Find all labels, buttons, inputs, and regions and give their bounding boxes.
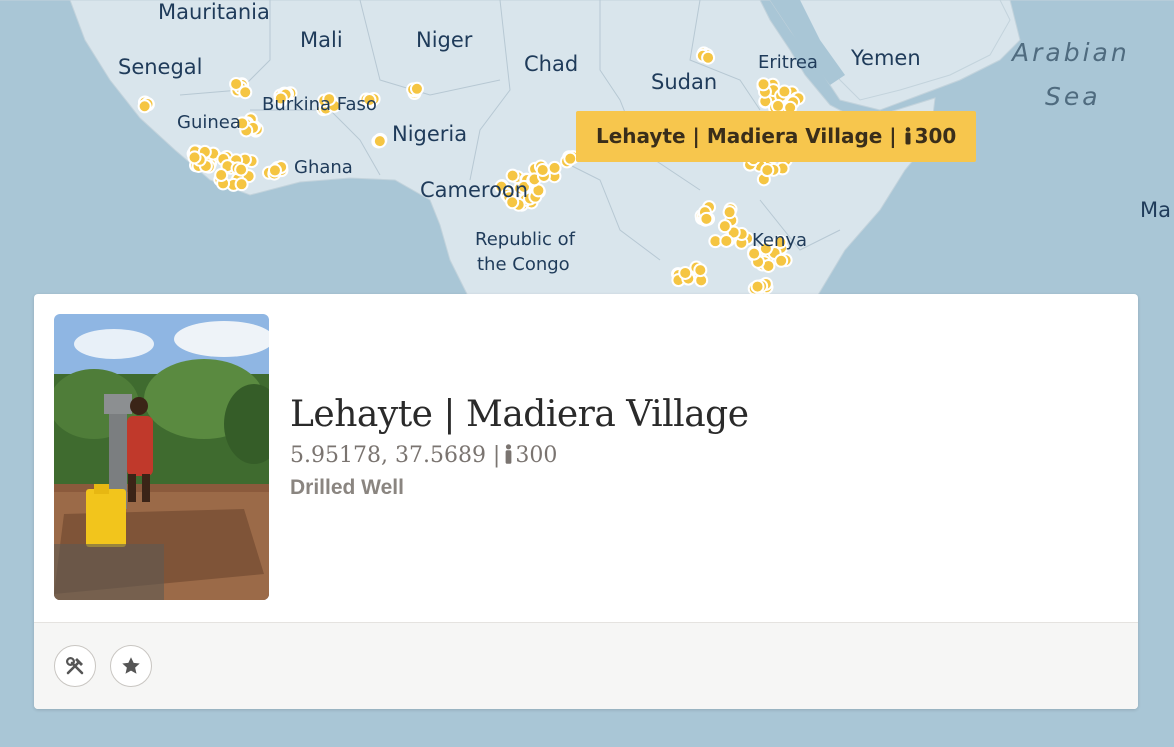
label-republic-of: Republic of [475,229,576,250]
map-marker[interactable] [267,163,282,178]
label-guinea: Guinea [177,112,241,133]
label-ma: Ma [1140,198,1171,222]
label-niger: Niger [416,28,473,52]
location-info: Lehayte | Madiera Village 5.95178, 37.56… [290,394,749,500]
map-marker[interactable] [760,163,775,178]
map-marker[interactable] [238,85,253,100]
person-icon [505,444,512,464]
map-marker[interactable] [547,160,562,175]
maintenance-button[interactable] [54,645,96,687]
label-mali: Mali [300,28,343,52]
label-the-congo: the Congo [477,254,570,275]
map-marker[interactable] [774,253,789,268]
person-icon [905,127,911,145]
location-photo [54,314,269,600]
tooltip-name: Lehayte | Madiera Village | [596,124,897,148]
map-marker[interactable] [719,233,734,248]
map-marker[interactable] [563,151,578,166]
label-arabian: Arabian [1012,38,1130,67]
location-card: Lehayte | Madiera Village 5.95178, 37.56… [34,294,1138,709]
label-cameroon: Cameroon [420,178,529,202]
label-ghana: Ghana [294,157,353,178]
location-title: Lehayte | Madiera Village [290,394,749,435]
card-footer [34,622,1138,709]
map-marker[interactable] [701,50,716,65]
label-yemen: Yemen [851,46,921,70]
map-marker[interactable] [137,99,152,114]
map-marker[interactable] [535,163,550,178]
map-marker[interactable] [678,265,693,280]
map-marker[interactable] [777,84,792,99]
label-sea: Sea [1045,82,1101,111]
tooltip-people: 300 [914,124,957,148]
label-nigeria: Nigeria [392,122,468,146]
map-marker[interactable] [214,168,229,183]
marker-tooltip: Lehayte | Madiera Village | 300 [576,111,977,162]
label-sudan: Sudan [651,70,718,94]
location-people: 300 [515,443,558,468]
location-meta: 5.95178, 37.5689 | 300 [290,443,749,468]
label-kenya: Kenya [752,230,808,251]
map-marker[interactable] [722,205,737,220]
label-chad: Chad [524,52,579,76]
map-marker[interactable] [409,81,424,96]
label-senegal: Senegal [118,55,203,79]
map-marker[interactable] [717,219,732,234]
location-type: Drilled Well [290,476,404,499]
map-marker[interactable] [234,177,249,192]
map-marker[interactable] [693,263,708,278]
location-coords: 5.95178, 37.5689 | [290,443,501,468]
favorite-button[interactable] [110,645,152,687]
map-marker[interactable] [372,134,387,149]
map-marker[interactable] [699,211,714,226]
label-mauritania: Mauritania [158,0,270,24]
map-marker[interactable] [187,150,202,165]
map-marker[interactable] [756,77,771,92]
label-eritrea: Eritrea [758,52,818,73]
hammer-wrench-icon [65,656,84,675]
star-icon [122,657,140,674]
map-marker[interactable] [750,279,765,294]
map-marker[interactable] [234,162,249,177]
label-burkina: Burkina Faso [262,94,377,115]
